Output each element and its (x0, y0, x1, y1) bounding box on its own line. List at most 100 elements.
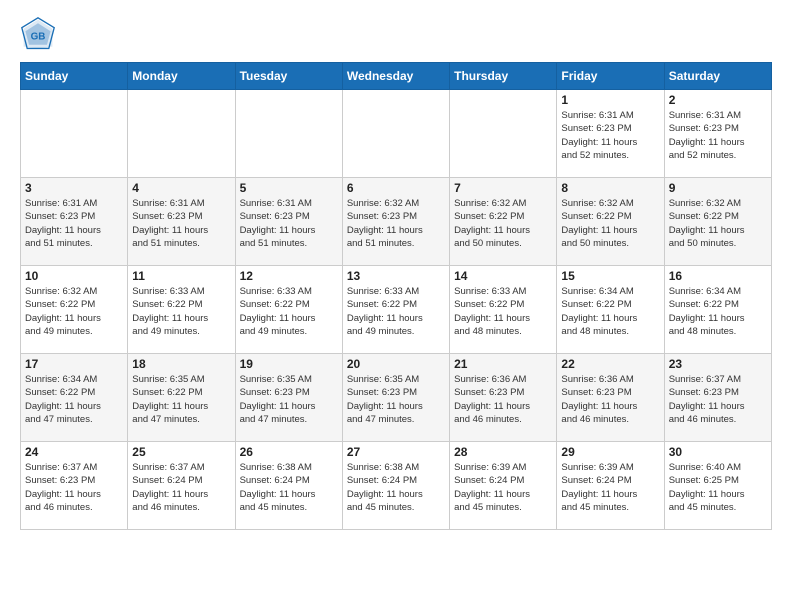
day-number: 18 (132, 357, 230, 371)
day-info: Sunrise: 6:34 AM Sunset: 6:22 PM Dayligh… (669, 285, 767, 338)
calendar-cell: 14Sunrise: 6:33 AM Sunset: 6:22 PM Dayli… (450, 266, 557, 354)
calendar-cell: 15 Sunrise: 6:34 AM Sunset: 6:22 PM Dayli… (557, 266, 664, 354)
day-number: 19 (240, 357, 338, 371)
page: GB SundayMondayTuesdayWednesdayThursdayF… (0, 0, 792, 550)
day-number: 9 (669, 181, 767, 195)
day-info: Sunrise: 6:37 AM Sunset: 6:23 PM Dayligh… (25, 461, 123, 514)
header: GB (20, 16, 772, 52)
day-number: 15 (561, 269, 659, 283)
day-info: Sunrise: 6:38 AM Sunset: 6:24 PM Dayligh… (240, 461, 338, 514)
calendar-cell: 11Sunrise: 6:33 AM Sunset: 6:22 PM Dayli… (128, 266, 235, 354)
calendar-cell: 26Sunrise: 6:38 AM Sunset: 6:24 PM Dayli… (235, 442, 342, 530)
day-info: Sunrise: 6:33 AM Sunset: 6:22 PM Dayligh… (132, 285, 230, 338)
calendar-cell: 12 Sunrise: 6:33 AM Sunset: 6:22 PM Dayli… (235, 266, 342, 354)
calendar-cell (128, 90, 235, 178)
calendar-cell: 22 Sunrise: 6:36 AM Sunset: 6:23 PM Dayli… (557, 354, 664, 442)
day-info: Sunrise: 6:37 AM Sunset: 6:23 PM Dayligh… (669, 373, 767, 426)
weekday-sunday: Sunday (21, 63, 128, 90)
day-number: 21 (454, 357, 552, 371)
day-number: 30 (669, 445, 767, 459)
calendar-cell: 9 Sunrise: 6:32 AM Sunset: 6:22 PM Daylig… (664, 178, 771, 266)
day-number: 22 (561, 357, 659, 371)
day-info: Sunrise: 6:35 AM Sunset: 6:22 PM Dayligh… (132, 373, 230, 426)
calendar-row-4: 24 Sunrise: 6:37 AM Sunset: 6:23 PM Dayli… (21, 442, 772, 530)
calendar-row-2: 10 Sunrise: 6:32 AM Sunset: 6:22 PM Dayli… (21, 266, 772, 354)
day-number: 17 (25, 357, 123, 371)
calendar: SundayMondayTuesdayWednesdayThursdayFrid… (20, 62, 772, 530)
day-info: Sunrise: 6:37 AM Sunset: 6:24 PM Dayligh… (132, 461, 230, 514)
calendar-cell (342, 90, 449, 178)
day-info: Sunrise: 6:32 AM Sunset: 6:22 PM Dayligh… (561, 197, 659, 250)
weekday-saturday: Saturday (664, 63, 771, 90)
calendar-cell: 25 Sunrise: 6:37 AM Sunset: 6:24 PM Dayli… (128, 442, 235, 530)
logo: GB (20, 16, 60, 52)
day-number: 28 (454, 445, 552, 459)
day-number: 4 (132, 181, 230, 195)
weekday-header-row: SundayMondayTuesdayWednesdayThursdayFrid… (21, 63, 772, 90)
day-info: Sunrise: 6:34 AM Sunset: 6:22 PM Dayligh… (25, 373, 123, 426)
day-number: 23 (669, 357, 767, 371)
svg-text:GB: GB (31, 31, 46, 42)
day-number: 13 (347, 269, 445, 283)
calendar-cell: 8 Sunrise: 6:32 AM Sunset: 6:22 PM Daylig… (557, 178, 664, 266)
day-number: 20 (347, 357, 445, 371)
day-number: 2 (669, 93, 767, 107)
calendar-cell: 16Sunrise: 6:34 AM Sunset: 6:22 PM Dayli… (664, 266, 771, 354)
calendar-cell (235, 90, 342, 178)
calendar-row-1: 3Sunrise: 6:31 AM Sunset: 6:23 PM Daylig… (21, 178, 772, 266)
day-info: Sunrise: 6:34 AM Sunset: 6:22 PM Dayligh… (561, 285, 659, 338)
day-info: Sunrise: 6:31 AM Sunset: 6:23 PM Dayligh… (669, 109, 767, 162)
day-number: 24 (25, 445, 123, 459)
calendar-row-0: 1 Sunrise: 6:31 AM Sunset: 6:23 PM Daylig… (21, 90, 772, 178)
day-info: Sunrise: 6:36 AM Sunset: 6:23 PM Dayligh… (561, 373, 659, 426)
calendar-cell: 21Sunrise: 6:36 AM Sunset: 6:23 PM Dayli… (450, 354, 557, 442)
day-number: 12 (240, 269, 338, 283)
day-info: Sunrise: 6:31 AM Sunset: 6:23 PM Dayligh… (240, 197, 338, 250)
day-info: Sunrise: 6:33 AM Sunset: 6:22 PM Dayligh… (347, 285, 445, 338)
day-info: Sunrise: 6:33 AM Sunset: 6:22 PM Dayligh… (454, 285, 552, 338)
calendar-cell: 5Sunrise: 6:31 AM Sunset: 6:23 PM Daylig… (235, 178, 342, 266)
day-info: Sunrise: 6:32 AM Sunset: 6:23 PM Dayligh… (347, 197, 445, 250)
day-info: Sunrise: 6:31 AM Sunset: 6:23 PM Dayligh… (561, 109, 659, 162)
day-number: 8 (561, 181, 659, 195)
weekday-wednesday: Wednesday (342, 63, 449, 90)
logo-icon: GB (20, 16, 56, 52)
calendar-cell (21, 90, 128, 178)
calendar-cell: 10 Sunrise: 6:32 AM Sunset: 6:22 PM Dayli… (21, 266, 128, 354)
day-number: 27 (347, 445, 445, 459)
day-info: Sunrise: 6:31 AM Sunset: 6:23 PM Dayligh… (25, 197, 123, 250)
calendar-cell: 18 Sunrise: 6:35 AM Sunset: 6:22 PM Dayli… (128, 354, 235, 442)
day-info: Sunrise: 6:33 AM Sunset: 6:22 PM Dayligh… (240, 285, 338, 338)
day-info: Sunrise: 6:32 AM Sunset: 6:22 PM Dayligh… (669, 197, 767, 250)
weekday-tuesday: Tuesday (235, 63, 342, 90)
calendar-cell: 30Sunrise: 6:40 AM Sunset: 6:25 PM Dayli… (664, 442, 771, 530)
weekday-friday: Friday (557, 63, 664, 90)
calendar-cell: 4 Sunrise: 6:31 AM Sunset: 6:23 PM Daylig… (128, 178, 235, 266)
calendar-cell: 6 Sunrise: 6:32 AM Sunset: 6:23 PM Daylig… (342, 178, 449, 266)
calendar-cell: 1 Sunrise: 6:31 AM Sunset: 6:23 PM Daylig… (557, 90, 664, 178)
day-info: Sunrise: 6:35 AM Sunset: 6:23 PM Dayligh… (240, 373, 338, 426)
day-number: 1 (561, 93, 659, 107)
calendar-cell: 28 Sunrise: 6:39 AM Sunset: 6:24 PM Dayli… (450, 442, 557, 530)
day-number: 6 (347, 181, 445, 195)
day-number: 7 (454, 181, 552, 195)
calendar-row-3: 17 Sunrise: 6:34 AM Sunset: 6:22 PM Dayli… (21, 354, 772, 442)
day-number: 25 (132, 445, 230, 459)
calendar-cell: 2 Sunrise: 6:31 AM Sunset: 6:23 PM Daylig… (664, 90, 771, 178)
day-info: Sunrise: 6:32 AM Sunset: 6:22 PM Dayligh… (454, 197, 552, 250)
calendar-cell: 29Sunrise: 6:39 AM Sunset: 6:24 PM Dayli… (557, 442, 664, 530)
calendar-cell (450, 90, 557, 178)
day-info: Sunrise: 6:38 AM Sunset: 6:24 PM Dayligh… (347, 461, 445, 514)
calendar-cell: 19 Sunrise: 6:35 AM Sunset: 6:23 PM Dayli… (235, 354, 342, 442)
calendar-cell: 3Sunrise: 6:31 AM Sunset: 6:23 PM Daylig… (21, 178, 128, 266)
weekday-monday: Monday (128, 63, 235, 90)
day-info: Sunrise: 6:39 AM Sunset: 6:24 PM Dayligh… (454, 461, 552, 514)
day-number: 10 (25, 269, 123, 283)
weekday-thursday: Thursday (450, 63, 557, 90)
calendar-cell: 13 Sunrise: 6:33 AM Sunset: 6:22 PM Dayli… (342, 266, 449, 354)
day-info: Sunrise: 6:39 AM Sunset: 6:24 PM Dayligh… (561, 461, 659, 514)
day-info: Sunrise: 6:32 AM Sunset: 6:22 PM Dayligh… (25, 285, 123, 338)
day-info: Sunrise: 6:35 AM Sunset: 6:23 PM Dayligh… (347, 373, 445, 426)
calendar-cell: 7 Sunrise: 6:32 AM Sunset: 6:22 PM Daylig… (450, 178, 557, 266)
day-info: Sunrise: 6:31 AM Sunset: 6:23 PM Dayligh… (132, 197, 230, 250)
